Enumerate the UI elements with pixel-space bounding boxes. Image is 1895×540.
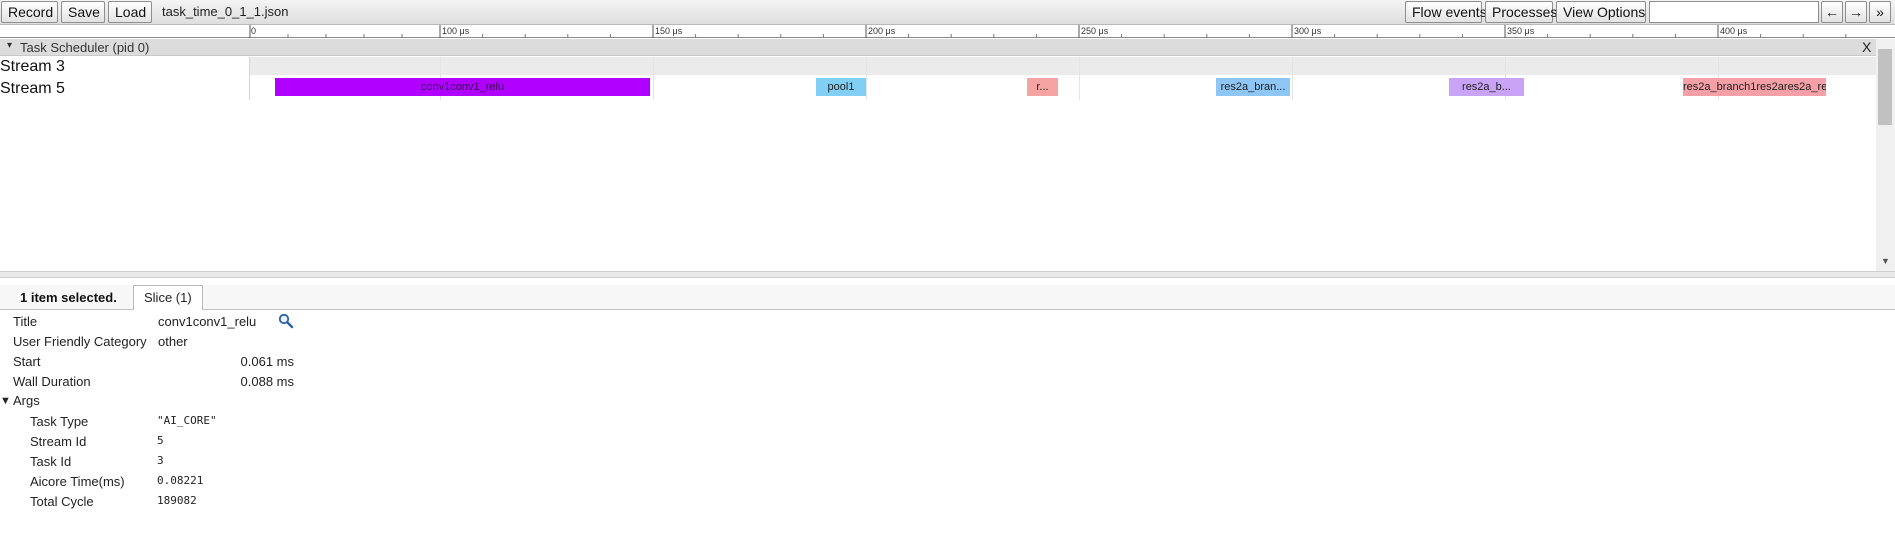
find-input[interactable] <box>1649 1 1819 23</box>
collapse-triangle-icon[interactable]: ▾ <box>7 40 12 51</box>
process-header[interactable]: ▾ Task Scheduler (pid 0) X <box>0 39 1876 56</box>
arg-task-type-key: Task Type <box>30 414 89 429</box>
record-button[interactable]: Record <box>1 1 58 23</box>
grid-line <box>866 57 867 100</box>
prop-title-value: conv1conv1_relu <box>158 314 257 329</box>
arg-stream-id-value: 5 <box>157 434 164 447</box>
prop-category-key: User Friendly Category <box>13 334 147 349</box>
ruler-label-0: 0 <box>251 26 256 36</box>
slice-conv1conv1-relu[interactable]: conv1conv1_relu <box>275 78 650 96</box>
grid-line <box>1079 57 1080 100</box>
stream-3-track[interactable] <box>250 57 1876 75</box>
save-button[interactable]: Save <box>61 1 105 23</box>
arg-task-id-key: Task Id <box>30 454 72 469</box>
view-options-button[interactable]: View Options <box>1556 1 1646 23</box>
slice-res2a-bran[interactable]: res2a_bran... <box>1216 78 1290 96</box>
ruler-label-250us: 250 μs <box>1081 26 1109 36</box>
time-ruler[interactable]: 0 100 μs 150 μs 200 μs 250 μs 300 μs 350… <box>0 25 1895 38</box>
grid-line <box>1292 57 1293 100</box>
flow-events-button[interactable]: Flow events <box>1405 1 1487 23</box>
scroll-down-arrow-icon[interactable]: ▼ <box>1881 256 1890 266</box>
find-next-button[interactable]: → <box>1845 1 1867 23</box>
track-label-stream-3: Stream 3 <box>0 58 65 75</box>
prop-start-value: 0.061 ms <box>240 354 294 369</box>
slice-r[interactable]: r... <box>1027 78 1058 96</box>
search-slice-icon[interactable] <box>278 313 294 329</box>
selection-count: 1 item selected. <box>20 290 117 305</box>
args-expand-triangle-icon[interactable]: ▼ <box>0 395 11 407</box>
selection-bar: 1 item selected. Slice (1) <box>0 285 1895 310</box>
scrollbar-thumb[interactable] <box>1878 49 1892 125</box>
loaded-filename: task_time_0_1_1.json <box>162 4 289 19</box>
prop-duration-key: Wall Duration <box>13 374 91 389</box>
args-heading: Args <box>13 393 40 408</box>
tab-slice[interactable]: Slice (1) <box>133 285 203 310</box>
load-button[interactable]: Load <box>108 1 152 23</box>
ruler-label-200us: 200 μs <box>868 26 896 36</box>
slice-pool1[interactable]: pool1 <box>816 78 866 96</box>
arg-task-id-value: 3 <box>157 454 164 467</box>
prop-start-key: Start <box>13 354 41 369</box>
prop-duration-value: 0.088 ms <box>240 374 294 389</box>
label-column-divider <box>249 57 250 100</box>
arg-stream-id-key: Stream Id <box>30 434 87 449</box>
ruler-label-400us: 400 μs <box>1720 26 1748 36</box>
prop-category-value: other <box>158 334 188 349</box>
find-previous-button[interactable]: ← <box>1821 1 1843 23</box>
close-process-button[interactable]: X <box>1862 39 1871 55</box>
ruler-label-150us: 150 μs <box>655 26 683 36</box>
arg-task-type-value: "AI_CORE" <box>157 414 217 427</box>
time-ruler-ticks: 0 100 μs 150 μs 200 μs 250 μs 300 μs 350… <box>249 25 1847 38</box>
toolbar-more-button[interactable]: » <box>1869 1 1891 23</box>
arg-aicore-time-value: 0.08221 <box>157 474 204 487</box>
slice-res2a-branch1res2ares2a-relu[interactable]: res2a_branch1res2ares2a_relu <box>1683 78 1826 96</box>
processes-button[interactable]: Processes <box>1485 1 1557 23</box>
ruler-label-300us: 300 μs <box>1294 26 1322 36</box>
arg-aicore-time-key: Aicore Time(ms) <box>30 474 125 489</box>
arg-total-cycle-value: 189082 <box>157 494 197 507</box>
slice-res2a-b[interactable]: res2a_b... <box>1449 78 1524 96</box>
toolbar: Record Save Load task_time_0_1_1.json Fl… <box>0 0 1895 25</box>
prop-title-key: Title <box>13 314 38 329</box>
process-label: Task Scheduler (pid 0) <box>20 40 150 55</box>
arg-total-cycle-key: Total Cycle <box>30 494 94 509</box>
ruler-label-100us: 100 μs <box>442 26 470 36</box>
track-label-stream-5: Stream 5 <box>0 80 65 97</box>
panel-splitter[interactable] <box>0 271 1895 278</box>
grid-line <box>653 57 654 100</box>
ruler-label-350us: 350 μs <box>1507 26 1535 36</box>
